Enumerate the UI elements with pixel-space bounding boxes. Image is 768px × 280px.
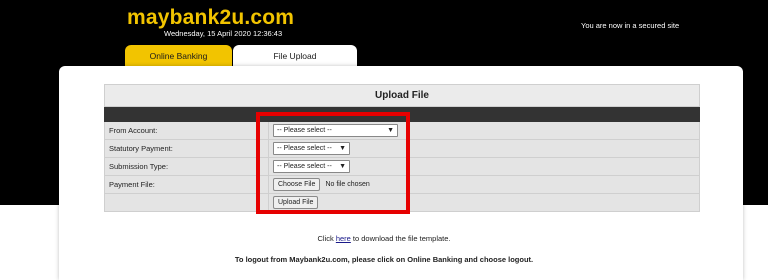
- current-datetime: Wednesday, 15 April 2020 12:36:43: [164, 29, 283, 38]
- template-download-text: Click here to download the file template…: [317, 234, 451, 243]
- tab-file-upload[interactable]: File Upload: [233, 45, 357, 67]
- secured-site-notice: You are now in a secured site: [581, 21, 680, 30]
- payment-file-label: Payment File:: [104, 175, 269, 194]
- form-title: Upload File: [104, 84, 700, 107]
- logout-instruction: To logout from Maybank2u.com, please cli…: [234, 255, 534, 264]
- template-download-link[interactable]: here: [336, 234, 351, 243]
- highlight-box: [256, 112, 410, 214]
- from-account-label: From Account:: [104, 121, 269, 140]
- tab-online-banking[interactable]: Online Banking: [125, 45, 232, 67]
- maybank2u-logo[interactable]: maybank2u.com: [127, 6, 294, 30]
- statutory-payment-label: Statutory Payment:: [104, 139, 269, 158]
- submission-type-label: Submission Type:: [104, 157, 269, 176]
